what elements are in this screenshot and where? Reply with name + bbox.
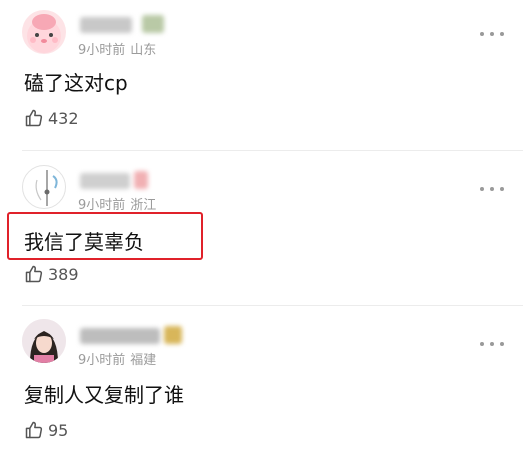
thumbs-up-icon <box>25 109 43 127</box>
badge-obscured <box>164 326 182 344</box>
comment-location: 福建 <box>130 353 157 368</box>
comment-text: 磕了这对cp <box>24 71 128 95</box>
username-obscured[interactable] <box>80 173 130 189</box>
comment-meta: 9小时前 浙江 <box>78 194 156 213</box>
like-count: 95 <box>48 420 69 440</box>
comment-time: 9小时前 <box>78 198 126 213</box>
like-count: 389 <box>48 264 79 284</box>
comment-text: 复制人又复制了谁 <box>24 383 184 407</box>
like-button[interactable]: 432 <box>24 107 79 129</box>
avatar[interactable] <box>22 10 66 54</box>
more-options-icon[interactable] <box>480 340 504 348</box>
username-obscured[interactable] <box>80 17 132 33</box>
avatar[interactable] <box>22 319 66 363</box>
more-options-icon[interactable] <box>480 30 504 38</box>
comment-time: 9小时前 <box>78 353 126 368</box>
comment-meta: 9小时前 山东 <box>78 39 156 58</box>
comment-item: 9小时前 山东 磕了这对cp 432 <box>0 0 523 150</box>
comment-location: 山东 <box>130 43 157 58</box>
badge-obscured <box>142 15 164 33</box>
comment-item: 9小时前 福建 复制人又复制了谁 95 <box>0 306 523 450</box>
username-obscured[interactable] <box>80 328 160 344</box>
thumbs-up-icon <box>25 421 43 439</box>
thumbs-up-icon <box>25 265 43 283</box>
avatar[interactable] <box>22 165 66 209</box>
highlight-box <box>7 212 203 260</box>
like-count: 432 <box>48 108 79 128</box>
badge-obscured <box>134 171 148 189</box>
like-button[interactable]: 95 <box>24 419 68 441</box>
comment-meta: 9小时前 福建 <box>78 349 156 368</box>
like-button[interactable]: 389 <box>24 263 79 285</box>
more-options-icon[interactable] <box>480 185 504 193</box>
comment-location: 浙江 <box>130 198 157 213</box>
comment-time: 9小时前 <box>78 43 126 58</box>
